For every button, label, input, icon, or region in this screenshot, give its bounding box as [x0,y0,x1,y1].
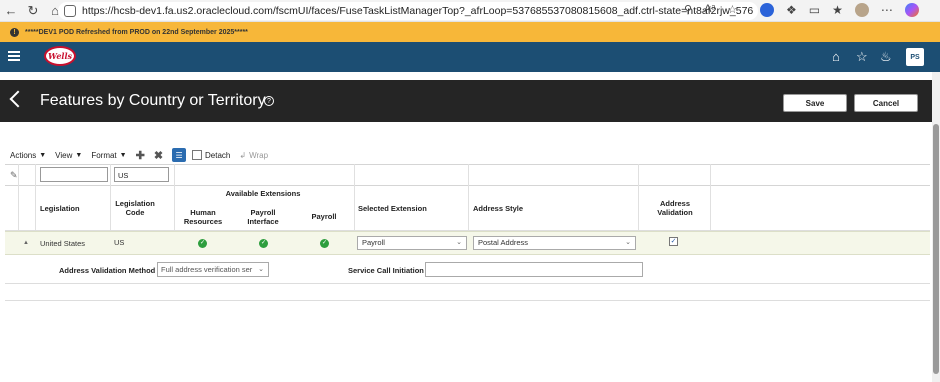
home-icon[interactable]: ⌂ [832,50,840,64]
hamburger-menu-icon[interactable] [8,51,20,61]
add-icon[interactable]: ✚ [136,149,145,162]
selected-extension-select[interactable]: Payroll ⌄ [357,236,467,250]
read-aloud-icon[interactable]: Aᵃ [704,3,715,16]
vertical-scrollbar[interactable] [932,72,940,382]
table-bottom-border [5,300,930,301]
payroll-interface-column-header[interactable]: Payroll Interface [238,208,288,226]
help-icon[interactable]: ? [264,96,274,106]
address-validation-column-header[interactable]: Address Validation [650,199,700,217]
browser-extensions: ❖ ▭ ★ ⋯ [760,3,919,17]
legislation-code-filter-input[interactable]: US [114,167,169,182]
legislation-code-cell: US [114,238,125,247]
detail-divider [5,283,930,284]
service-call-initiation-input[interactable] [425,262,643,277]
favorites-icon[interactable]: ★ [832,3,843,17]
scrollbar-thumb[interactable] [933,124,939,374]
payroll-check-icon: ✓ [320,239,329,248]
legislation-code-column-header[interactable]: Legislation Code [114,199,156,217]
chevron-down-icon: ⌄ [456,239,462,246]
actions-menu[interactable]: Actions ▼ [10,151,46,160]
view-menu[interactable]: View ▼ [55,151,82,160]
address-validation-method-value: Full address verification ser [161,265,253,274]
view-menu-label: View [55,150,73,160]
extension-icon[interactable] [760,3,774,17]
chevron-down-icon: ▼ [39,151,47,159]
split-screen-icon[interactable]: ▭ [809,3,820,17]
wrap-icon: ↲ [239,150,247,160]
address-style-column-header[interactable]: Address Style [473,204,523,213]
selected-extension-column-header[interactable]: Selected Extension [358,204,427,213]
wrap-label: Wrap [249,150,269,160]
announcement-banner: ! *****DEV1 POD Refreshed from PROD on 2… [0,22,940,42]
url-text: https://hcsb-dev1.fa.us2.oraclecloud.com… [82,5,754,17]
copilot-icon[interactable] [904,3,919,17]
extensions-puzzle-icon[interactable]: ❖ [786,3,797,17]
detach-icon [192,150,203,160]
back-chevron-icon[interactable] [9,90,27,108]
back-arrow-icon[interactable]: ← [0,0,22,22]
page-title: Features by Country or Territory [40,92,266,109]
notifications-bell-icon[interactable]: ♨ [880,50,892,64]
site-info-icon[interactable] [64,5,76,17]
query-by-example-icon[interactable]: ☰ [172,148,187,162]
edit-pencil-icon: ✎ [10,170,18,180]
favorites-star-icon[interactable]: ☆ [856,50,868,64]
company-logo[interactable]: Wells [44,46,76,66]
address-style-select[interactable]: Postal Address ⌄ [473,236,636,250]
app-header: Wells ⌂ ☆ ♨ [0,42,940,72]
save-button[interactable]: Save [783,94,847,112]
selected-extension-value: Payroll [362,238,385,247]
delete-icon[interactable]: ✖ [154,149,163,162]
table-row[interactable] [5,231,930,255]
address-validation-method-select[interactable]: Full address verification ser ⌄ [157,262,269,277]
legislation-filter-input[interactable] [40,167,108,182]
chevron-down-icon: ⌄ [625,239,631,246]
detach-label: Detach [205,150,231,160]
address-style-value: Postal Address [478,238,529,247]
chevron-down-icon: ▼ [119,151,127,159]
reload-icon[interactable]: ↻ [22,0,44,22]
actions-menu-label: Actions [10,150,37,160]
service-call-initiation-label: Service Call Initiation [348,266,424,275]
more-menu-icon[interactable]: ⋯ [881,3,893,17]
address-validation-checkbox[interactable]: ✓ [669,237,678,246]
payroll-column-header[interactable]: Payroll [300,212,348,221]
legislation-column-header[interactable]: Legislation [40,204,80,213]
address-bar-icons: ⚲ Aᵃ ☆ [684,3,737,16]
address-bar[interactable]: https://hcsb-dev1.fa.us2.oraclecloud.com… [58,2,758,20]
address-validation-method-label: Address Validation Method [59,266,156,275]
announcement-text: *****DEV1 POD Refreshed from PROD on 22n… [25,28,248,36]
chevron-down-icon: ▼ [75,151,83,159]
format-menu[interactable]: Format ▼ [91,151,126,160]
available-extensions-header: Available Extensions [225,189,301,198]
user-avatar[interactable]: PS [906,48,924,66]
expand-row-icon[interactable]: ▲ [23,240,29,246]
legislation-cell: United States [40,239,86,248]
human-resources-check-icon: ✓ [198,239,207,248]
payroll-interface-check-icon: ✓ [259,239,268,248]
cancel-button[interactable]: Cancel [854,94,918,112]
human-resources-column-header[interactable]: Human Resources [178,208,228,226]
wrap-button[interactable]: ↲ Wrap [239,151,268,160]
favorite-star-icon[interactable]: ☆ [728,3,738,16]
chevron-down-icon: ⌄ [256,263,264,276]
page-header: Features by Country or Territory ? Save … [0,80,932,122]
zoom-icon[interactable]: ⚲ [684,3,692,16]
profile-avatar[interactable] [854,3,869,17]
warning-icon: ! [10,27,19,37]
detach-button[interactable]: Detach [192,150,230,160]
format-menu-label: Format [91,150,117,160]
table-toolbar: Actions ▼ View ▼ Format ▼ ✚ ✖ ☰ Detach ↲ Wra… [10,148,277,162]
